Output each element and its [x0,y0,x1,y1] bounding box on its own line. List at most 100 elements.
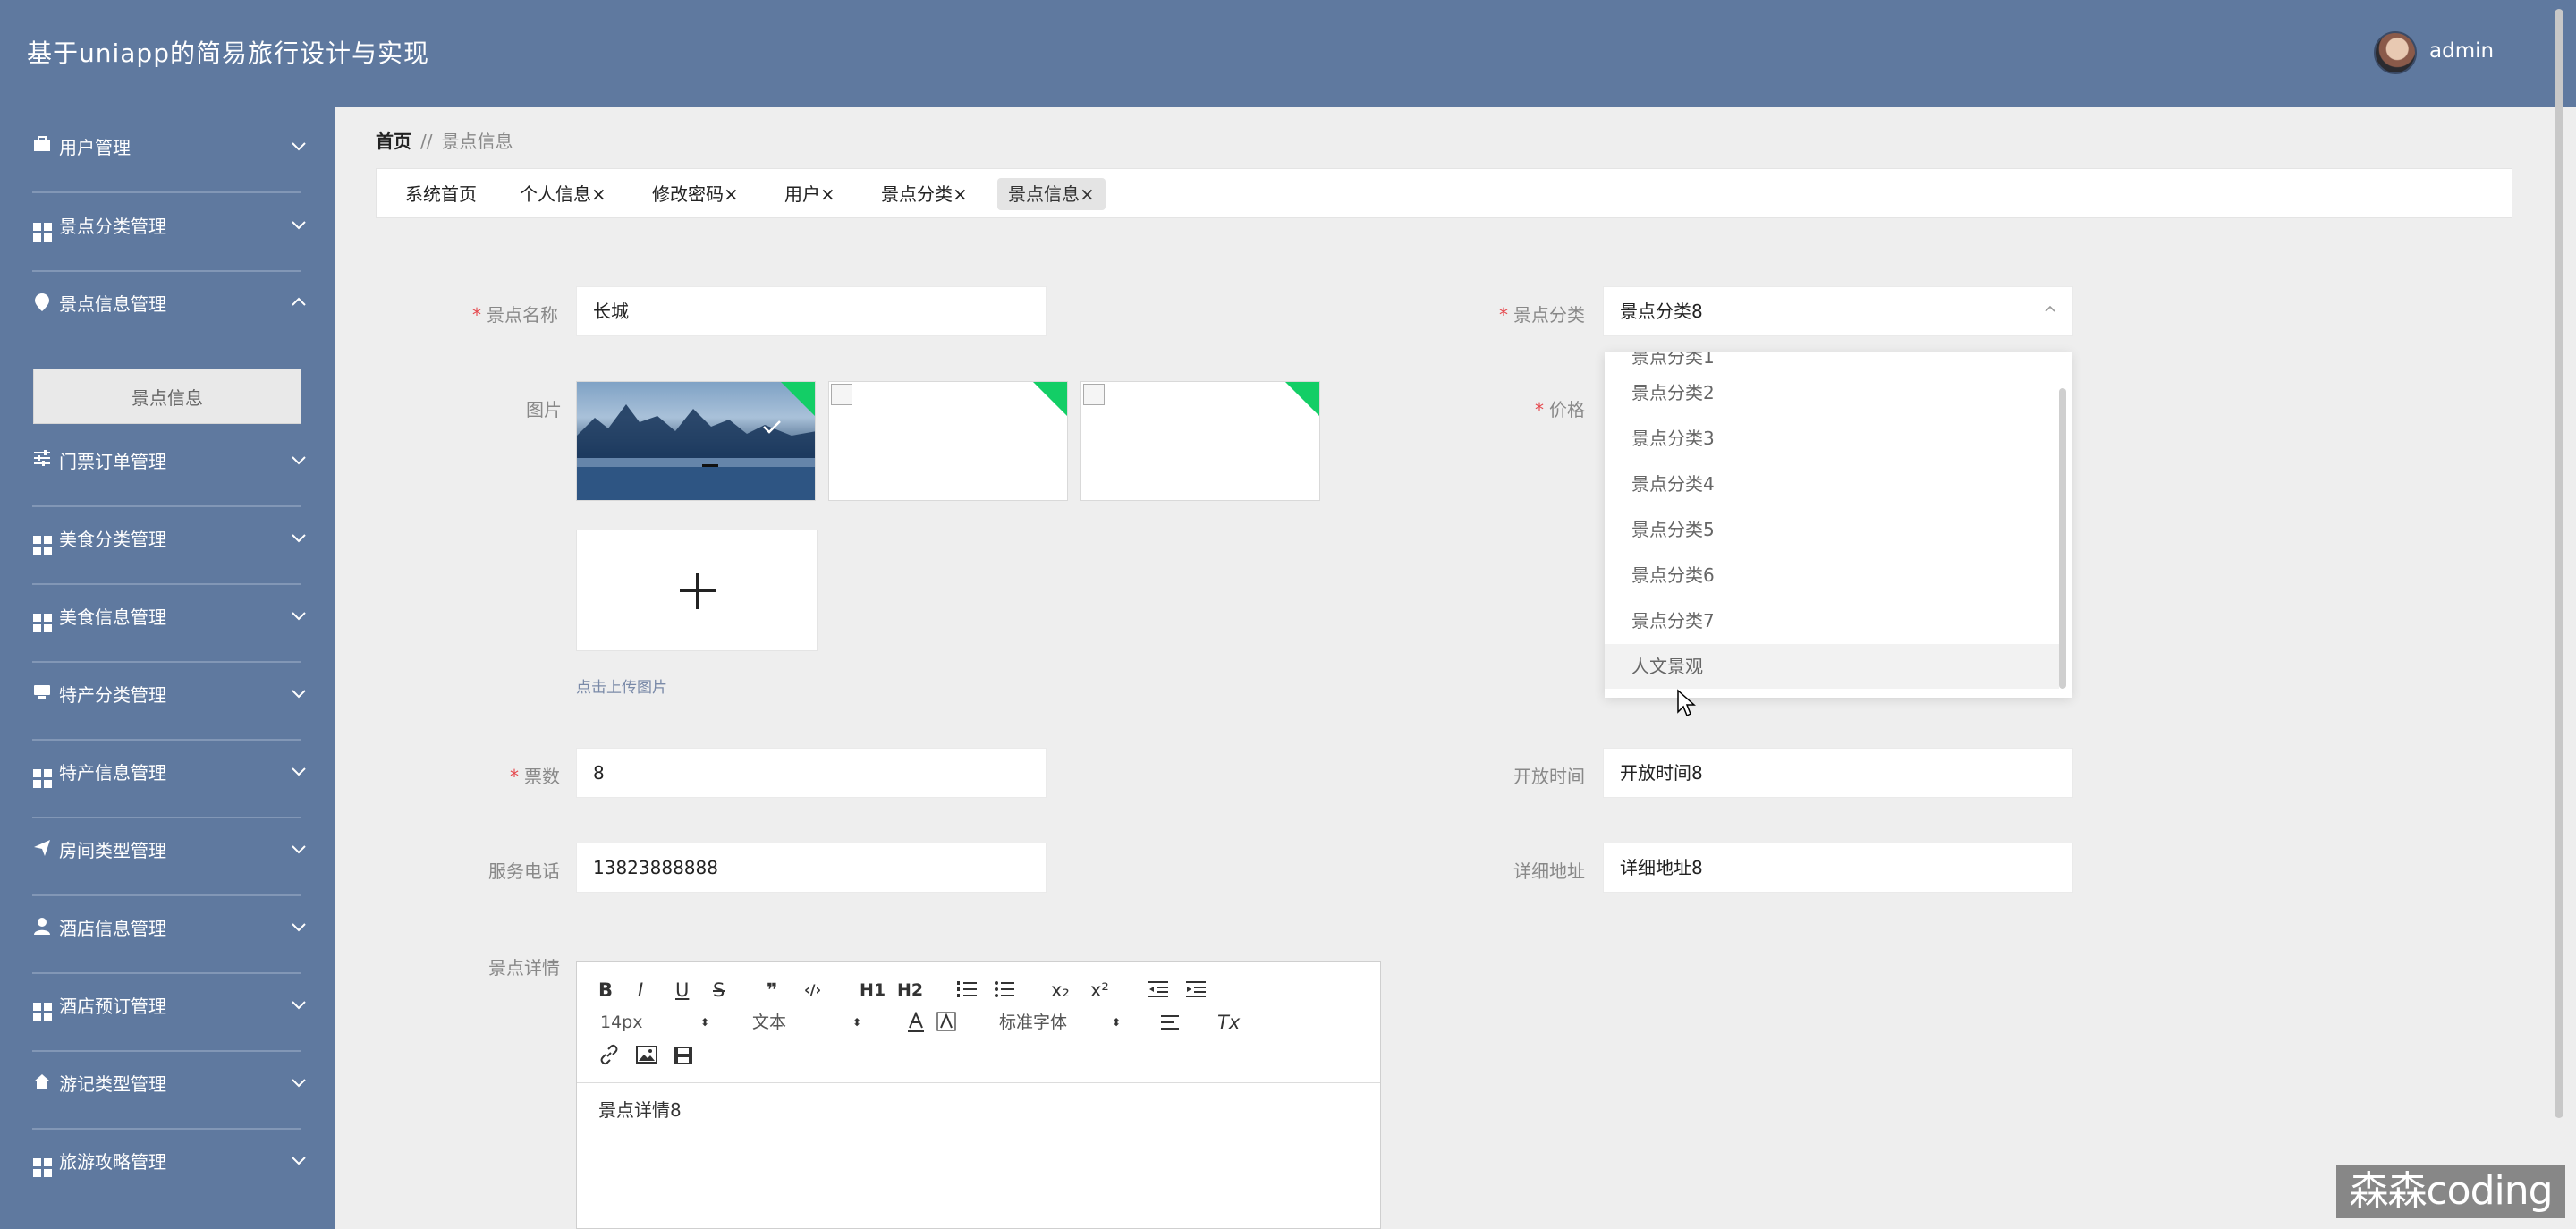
monitor-icon [32,683,52,703]
uploaded-image-3[interactable] [1080,381,1320,501]
strike-button[interactable]: S [713,978,724,1003]
price-label: * 价格 [1535,399,1585,420]
tab-home[interactable]: 系统首页 [394,178,487,210]
close-icon[interactable]: × [953,183,968,205]
sidebar-item-user-management[interactable]: 用户管理 [0,107,335,184]
address-input[interactable]: 详细地址8 [1603,843,2073,893]
dropdown-option[interactable]: 景点分类3 [1605,416,2059,461]
sidebar-item-hotel-booking[interactable]: 酒店预订管理 [0,966,335,1043]
font-size-select[interactable]: 14px ⬍ [600,1010,709,1035]
sidebar-item-label: 门票订单管理 [59,450,166,472]
font-family-select[interactable]: 标准字体 ⬍ [999,1010,1121,1035]
close-icon[interactable]: × [1080,183,1095,205]
scenic-category-value: 景点分类8 [1620,301,1703,322]
dropdown-option[interactable]: 景点分类2 [1605,370,2059,415]
tab-users[interactable]: 用户× [774,178,846,210]
video-icon[interactable] [674,1046,693,1069]
sidebar-item-travel-guide[interactable]: 旅游攻略管理 [0,1122,335,1199]
italic-button[interactable]: I [638,978,643,1003]
clear-format-button[interactable]: Tx [1217,1010,1240,1035]
dropdown-option-hovered[interactable]: 人文景观 [1605,644,2059,689]
underline-button[interactable]: U [675,978,689,1003]
link-icon[interactable] [598,1044,620,1069]
dropdown-scrollbar[interactable] [2059,388,2066,689]
sidebar-item-food-info[interactable]: 美食信息管理 [0,577,335,654]
open-time-label: 开放时间 [1513,766,1585,787]
scenic-category-select[interactable]: 景点分类8 [1603,286,2073,336]
sidebar-item-scenic-category[interactable]: 景点分类管理 [0,186,335,263]
grid-icon [32,606,52,632]
dropdown-option[interactable]: 景点分类7 [1605,598,2059,643]
breadcrumb-current: 景点信息 [441,131,513,152]
tab-personal-info[interactable]: 个人信息× [509,178,617,210]
rich-text-editor: B I U S ❞ ‹/› H1 H2 x₂ x² 14px ⬍ 文本 ⬍ 标准字体… [576,961,1381,1229]
tab-scenic-info[interactable]: 景点信息× [997,178,1106,210]
sidebar-item-food-category[interactable]: 美食分类管理 [0,499,335,576]
sidebar-item-room-type[interactable]: 房间类型管理 [0,810,335,887]
sidebar-item-scenic-info[interactable]: 景点信息管理 [0,264,335,341]
sidebar-item-specialty-info[interactable]: 特产信息管理 [0,733,335,809]
background-color-icon[interactable] [936,1012,956,1037]
upload-image-button[interactable] [576,530,818,651]
page-scrollbar[interactable] [2553,0,2565,1229]
breadcrumb-home[interactable]: 首页 [376,131,411,152]
close-icon[interactable]: × [591,183,606,205]
chevron-down-icon [288,994,309,1015]
page-scrollbar-thumb[interactable] [2555,9,2563,1118]
superscript-button[interactable]: x² [1090,978,1109,1003]
user-name[interactable]: admin [2429,39,2494,63]
text-type-select[interactable]: 文本 ⬍ [752,1010,861,1035]
tab-label: 景点分类 [881,183,953,205]
tab-label: 用户 [784,183,820,205]
quote-button[interactable]: ❞ [767,978,777,1003]
chevron-down-icon [288,527,309,548]
select-arrows-icon: ⬍ [852,1016,862,1029]
bullet-list-icon[interactable] [994,979,1015,1003]
sidebar-item-ticket-orders[interactable]: 门票订单管理 [0,421,335,498]
uploaded-image-2[interactable] [828,381,1068,501]
sidebar-item-label: 房间类型管理 [59,839,166,861]
sidebar-item-hotel-info[interactable]: 酒店信息管理 [0,888,335,965]
outdent-icon[interactable] [1148,979,1169,1003]
image-icon[interactable] [636,1046,657,1067]
close-icon[interactable]: × [724,183,739,205]
close-icon[interactable]: × [820,183,835,205]
watermark: 森森coding [2336,1165,2565,1218]
h1-button[interactable]: H1 [860,978,886,1003]
indent-icon[interactable] [1185,979,1207,1003]
sidebar-item-specialty-category[interactable]: 特产分类管理 [0,655,335,732]
required-mark: * [1535,399,1544,420]
align-icon[interactable] [1160,1013,1182,1035]
upload-success-corner [1031,382,1067,418]
chevron-down-icon [288,916,309,937]
code-button[interactable]: ‹/› [804,978,821,1003]
required-mark: * [510,766,519,787]
tickets-input[interactable]: 8 [576,748,1046,798]
chevron-down-icon [288,449,309,470]
tab-scenic-category[interactable]: 景点分类× [870,178,979,210]
h2-button[interactable]: H2 [897,978,923,1003]
bold-button[interactable]: B [598,978,613,1003]
select-arrows-icon: ⬍ [700,1016,710,1029]
uploaded-image-1[interactable] [576,381,816,501]
dropdown-option[interactable]: 景点分类6 [1605,553,2059,598]
sidebar-item-label: 美食信息管理 [59,606,166,628]
editor-content[interactable]: 景点详情8 [598,1096,682,1122]
sidebar-item-travelogue-type[interactable]: 游记类型管理 [0,1044,335,1121]
scenic-name-input[interactable]: 长城 [576,286,1046,336]
dropdown-option[interactable]: 景点分类5 [1605,507,2059,552]
sidebar-item-label: 景点分类管理 [59,215,166,237]
font-color-icon[interactable] [906,1011,926,1037]
subscript-button[interactable]: x₂ [1051,978,1070,1003]
ordered-list-icon[interactable] [956,979,978,1003]
tab-change-password[interactable]: 修改密码× [641,178,750,210]
broken-image-icon [1083,384,1105,405]
open-time-input[interactable]: 开放时间8 [1603,748,2073,798]
phone-input[interactable]: 13823888888 [576,843,1046,893]
chevron-down-icon [288,682,309,704]
submenu-item-scenic-info[interactable]: 景点信息 [33,369,301,424]
dropdown-option[interactable]: 景点分类4 [1605,462,2059,506]
avatar[interactable] [2374,31,2417,74]
address-label: 详细地址 [1513,860,1585,882]
scenic-name-label: * 景点名称 [472,304,558,326]
